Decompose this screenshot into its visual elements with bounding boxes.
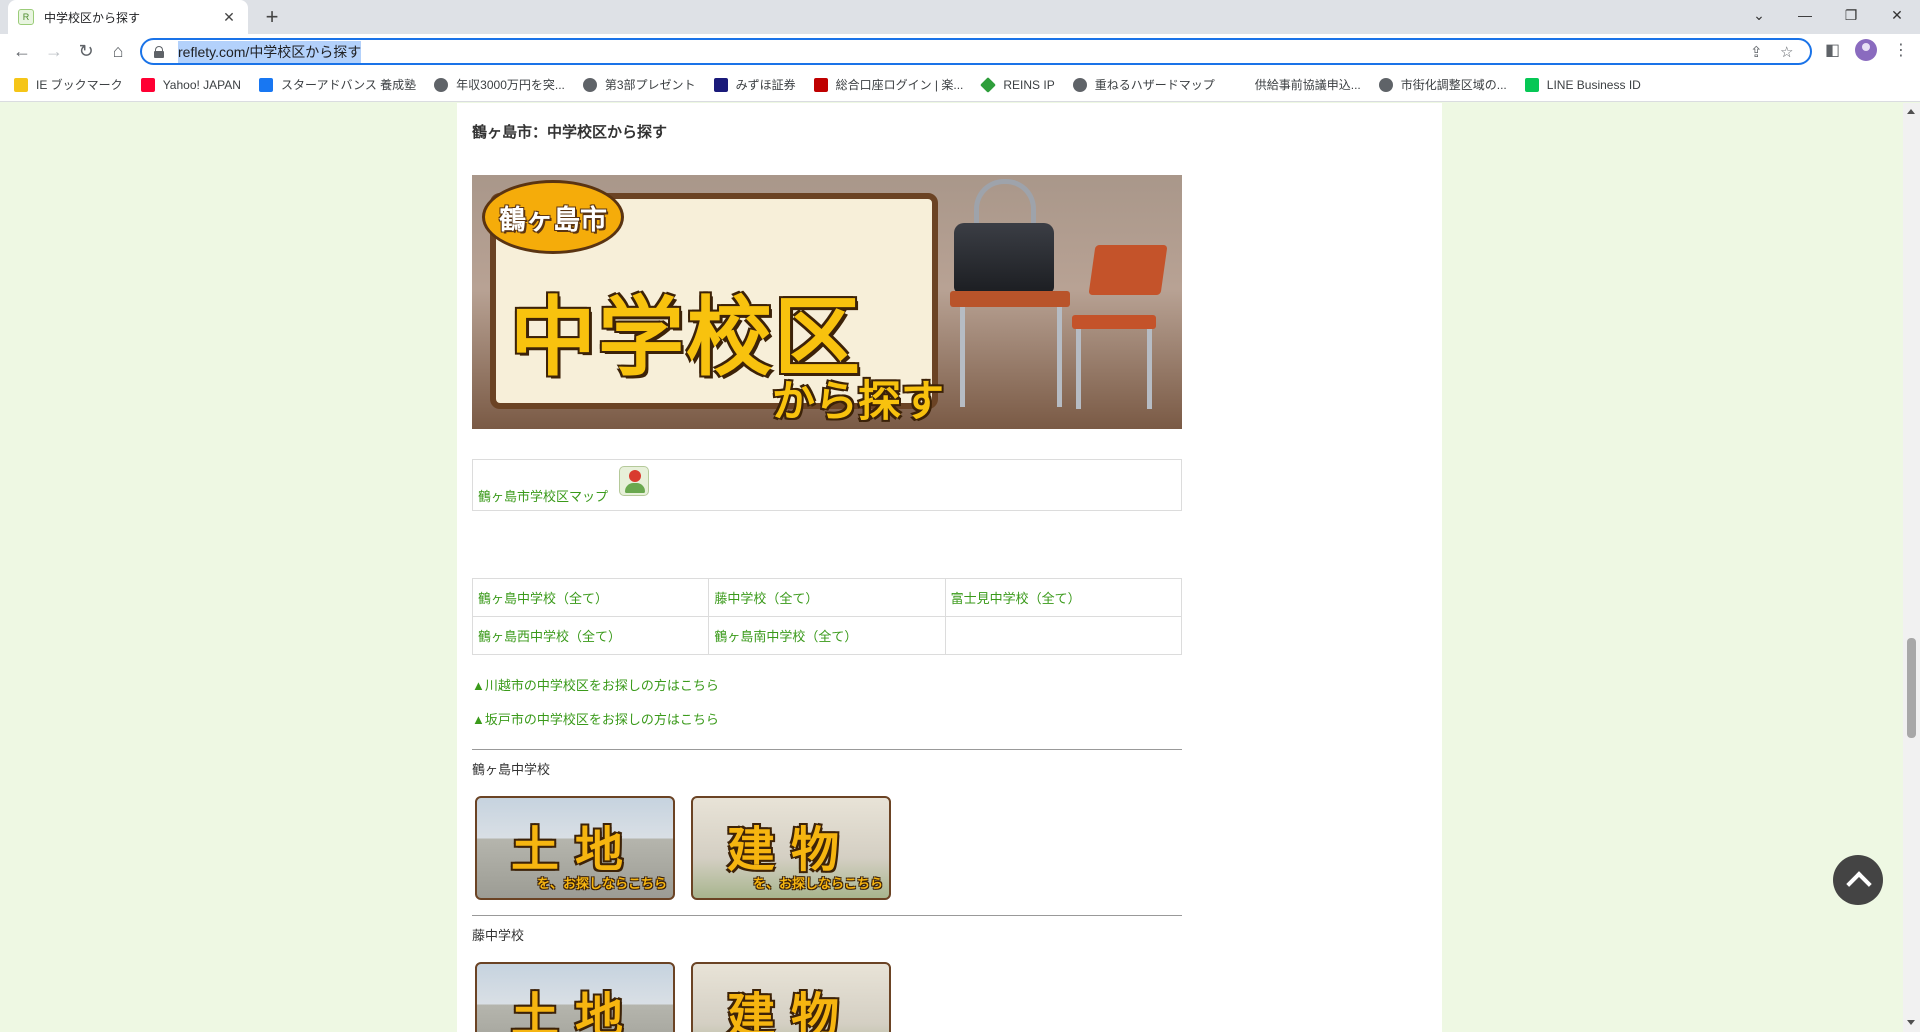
hero-city-badge: 鶴ヶ島市 xyxy=(482,180,624,254)
scroll-up-icon[interactable] xyxy=(1907,109,1915,114)
empty-cell xyxy=(944,616,1183,655)
school-link[interactable]: 鶴ヶ島西中学校（全て） xyxy=(471,616,710,655)
school-bag-image xyxy=(954,223,1054,293)
globe-icon xyxy=(1378,77,1393,92)
home-icon[interactable]: ⌂ xyxy=(104,37,132,65)
browser-tab[interactable]: R 中学校区から探す ✕ xyxy=(8,0,248,34)
divider xyxy=(472,749,1182,750)
forward-icon[interactable]: → xyxy=(40,37,68,65)
restore-button[interactable]: ❐ xyxy=(1828,0,1874,30)
bookmark-item[interactable]: Yahoo! JAPAN xyxy=(140,77,241,92)
line-icon xyxy=(1524,77,1539,92)
hero-banner: 鶴ヶ島市 中学校区 から探す xyxy=(472,175,1182,429)
page-title: 鶴ヶ島市：中学校区から探す xyxy=(472,124,668,141)
hero-sub-text: から探す xyxy=(772,378,944,426)
mizuho-icon xyxy=(713,77,728,92)
school-link[interactable]: 鶴ヶ島南中学校（全て） xyxy=(708,616,946,655)
url-text[interactable]: reflety.com/中学校区から探す xyxy=(178,40,362,63)
banner-land-text: 土地 xyxy=(510,824,639,877)
folder-icon xyxy=(14,77,28,92)
map-person-icon[interactable] xyxy=(619,466,649,496)
banner-sub-text: を、お探しならこちら xyxy=(536,876,667,891)
tab-strip: R 中学校区から探す ✕ + ⌄ — ❐ ✕ xyxy=(0,0,1920,34)
banner-land-text: 土地 xyxy=(510,990,639,1032)
menu-icon[interactable]: ⋮ xyxy=(1893,40,1909,60)
page-scrollbar[interactable] xyxy=(1903,103,1920,1032)
desk-leg xyxy=(960,307,965,407)
building-search-banner[interactable]: 建物 を、お探しならこちら xyxy=(691,962,891,1032)
facebook-icon xyxy=(258,77,273,92)
chair-image xyxy=(1088,245,1168,295)
land-search-banner[interactable]: 土地 を、お探しならこちら xyxy=(475,796,675,900)
browser-toolbar: ← → ↻ ⌂ reflety.com/中学校区から探す ⇪ ☆ ◧ ⋮ xyxy=(0,34,1920,68)
bookmarks-bar: IE ブックマーク Yahoo! JAPAN スターアドバンス 養成塾 年収30… xyxy=(0,68,1920,102)
lock-icon[interactable] xyxy=(154,45,164,58)
banner-sub-text: を、お探しならこちら xyxy=(752,876,883,891)
bookmark-item[interactable]: IE ブックマーク xyxy=(14,76,123,93)
reins-icon xyxy=(980,76,997,93)
tab-search-icon[interactable]: ⌄ xyxy=(1736,0,1782,30)
school-table: 鶴ヶ島中学校（全て） 藤中学校（全て） 富士見中学校（全て） 鶴ヶ島西中学校（全… xyxy=(471,578,1183,655)
bookmark-item[interactable]: みずほ証券 xyxy=(713,76,796,93)
bookmark-item[interactable]: 市街化調整区域の... xyxy=(1378,76,1507,93)
page-viewport: 鶴ヶ島市：中学校区から探す 鶴ヶ島市 中学校区 から探す 鶴ヶ島市学校区マップ … xyxy=(0,103,1920,1032)
chair-leg xyxy=(1076,329,1081,409)
divider xyxy=(472,915,1182,916)
blank-page-icon xyxy=(1232,77,1247,92)
side-panel-icon[interactable]: ◧ xyxy=(1825,40,1840,60)
sakado-link[interactable]: ▲坂戸市の中学校区をお探しの方はこちら xyxy=(472,709,719,728)
tab-close-icon[interactable]: ✕ xyxy=(220,9,238,26)
new-tab-button[interactable]: + xyxy=(258,3,286,31)
school-link[interactable]: 藤中学校（全て） xyxy=(708,578,946,617)
banner-building-text: 建物 xyxy=(726,824,855,877)
school-link[interactable]: 富士見中学校（全て） xyxy=(944,578,1183,617)
desk-image xyxy=(950,291,1070,307)
desk-leg xyxy=(1057,307,1062,407)
school-map-link[interactable]: 鶴ヶ島市学校区マップ xyxy=(478,486,608,505)
reload-icon[interactable]: ↻ xyxy=(72,37,100,65)
land-search-banner[interactable]: 土地 を、お探しならこちら xyxy=(475,962,675,1032)
table-row: 鶴ヶ島西中学校（全て） 鶴ヶ島南中学校（全て） xyxy=(471,616,1183,655)
back-to-top-button[interactable] xyxy=(1833,855,1883,905)
school-link[interactable]: 鶴ヶ島中学校（全て） xyxy=(471,578,710,617)
bookmark-item[interactable]: スターアドバンス 養成塾 xyxy=(258,76,416,93)
yahoo-icon xyxy=(140,77,155,92)
banner-building-text: 建物 xyxy=(726,990,855,1032)
bookmark-item[interactable]: 重ねるハザードマップ xyxy=(1072,76,1215,93)
globe-icon xyxy=(582,77,597,92)
kawagoe-link[interactable]: ▲川越市の中学校区をお探しの方はこちら xyxy=(472,675,719,694)
site-favicon-icon: R xyxy=(18,9,34,25)
main-content: 鶴ヶ島市：中学校区から探す 鶴ヶ島市 中学校区 から探す 鶴ヶ島市学校区マップ … xyxy=(457,103,1442,1032)
chair-leg xyxy=(1147,329,1152,409)
back-icon[interactable]: ← xyxy=(8,37,36,65)
section-heading: 藤中学校 xyxy=(472,928,525,943)
profile-avatar[interactable] xyxy=(1855,39,1877,61)
close-window-button[interactable]: ✕ xyxy=(1874,0,1920,30)
rakuten-icon xyxy=(813,77,828,92)
scroll-down-icon[interactable] xyxy=(1907,1020,1915,1025)
building-search-banner[interactable]: 建物 を、お探しならこちら xyxy=(691,796,891,900)
bookmark-item[interactable]: LINE Business ID xyxy=(1524,77,1641,92)
globe-icon xyxy=(434,77,449,92)
bookmark-item[interactable]: 第3部プレゼント xyxy=(582,76,696,93)
share-icon[interactable]: ⇪ xyxy=(1750,43,1763,61)
globe-icon xyxy=(1072,77,1087,92)
tab-title: 中学校区から探す xyxy=(44,10,141,25)
minimize-button[interactable]: — xyxy=(1782,0,1828,30)
chair-seat xyxy=(1072,315,1156,329)
address-bar[interactable]: reflety.com/中学校区から探す ⇪ ☆ xyxy=(140,38,1812,65)
bookmark-star-icon[interactable]: ☆ xyxy=(1780,43,1793,61)
table-row: 鶴ヶ島中学校（全て） 藤中学校（全て） 富士見中学校（全て） xyxy=(471,578,1183,617)
section-heading: 鶴ヶ島中学校 xyxy=(472,762,551,777)
bookmark-item[interactable]: 供給事前協議申込... xyxy=(1232,76,1361,93)
bookmark-item[interactable]: 総合口座ログイン | 楽... xyxy=(813,76,963,93)
school-map-box: 鶴ヶ島市学校区マップ xyxy=(472,459,1182,511)
bookmark-item[interactable]: 年収3000万円を突... xyxy=(434,76,565,93)
bookmark-item[interactable]: REINS IP xyxy=(980,76,1055,93)
scroll-thumb[interactable] xyxy=(1907,638,1916,738)
